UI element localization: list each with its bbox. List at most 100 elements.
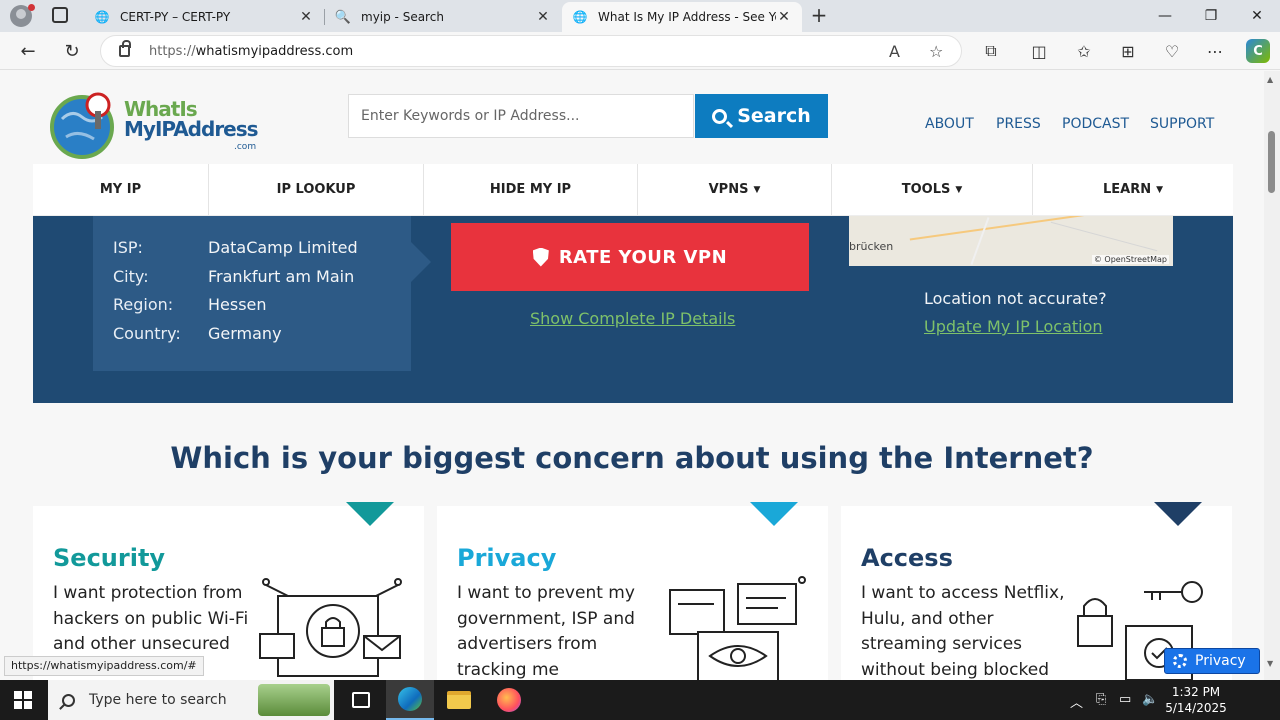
copilot-icon[interactable]: C xyxy=(1246,39,1270,63)
search-highlight-image xyxy=(258,684,330,716)
scrollbar-thumb[interactable] xyxy=(1268,131,1275,193)
location-question: Location not accurate? xyxy=(924,289,1107,308)
card-marker xyxy=(1154,502,1202,526)
volume-icon[interactable]: 🔈 xyxy=(1142,692,1158,707)
location-map[interactable]: brücken © OpenStreetMap xyxy=(849,216,1173,266)
minimize-icon[interactable]: — xyxy=(1142,0,1188,32)
close-window-icon[interactable]: ✕ xyxy=(1234,0,1280,32)
map-attribution[interactable]: © OpenStreetMap xyxy=(1091,255,1169,264)
more-options-icon[interactable]: ⋯ xyxy=(1203,39,1227,63)
nav-my-ip[interactable]: MY IP xyxy=(33,164,209,215)
edge-icon xyxy=(398,687,422,711)
task-view-button[interactable] xyxy=(337,680,385,720)
taskbar-search-box[interactable]: Type here to search xyxy=(48,680,334,720)
site-logo-globe-icon[interactable] xyxy=(48,89,118,159)
privacy-settings-button[interactable]: Privacy xyxy=(1164,648,1260,674)
tab-cert-py[interactable]: 🌐 CERT-PY – CERT-PY ✕ xyxy=(84,2,324,32)
ip-details-box: ISP: DataCamp Limited City: Frankfurt am M… xyxy=(93,216,431,371)
scroll-up-icon[interactable]: ▲ xyxy=(1267,75,1273,84)
city-row: City: Frankfurt am Main xyxy=(113,266,355,286)
favorites-icon[interactable]: ✩ xyxy=(1072,39,1096,63)
security-illustration-icon xyxy=(259,578,402,677)
wifi-icon[interactable]: ▭ xyxy=(1119,692,1131,707)
tab-label: myip - Search xyxy=(361,10,444,24)
lock-icon[interactable] xyxy=(119,40,131,57)
tab-label: What Is My IP Address - See Your xyxy=(598,10,776,24)
caret-down-icon: ▼ xyxy=(955,184,963,195)
nav-vpns[interactable]: VPNS ▼ xyxy=(638,164,832,215)
country-row: Country: Germany xyxy=(113,323,282,343)
nav-learn[interactable]: LEARN ▼ xyxy=(1033,164,1233,215)
rate-your-vpn-button[interactable]: RATE YOUR VPN xyxy=(451,223,809,291)
card-text: I want to prevent my government, ISP and… xyxy=(457,583,635,680)
address-bar[interactable]: https://whatismyipaddress.com A ☆ xyxy=(100,35,962,67)
firefox-icon xyxy=(497,688,521,712)
file-explorer-button[interactable] xyxy=(435,680,483,720)
folder-icon xyxy=(447,691,471,709)
close-tab-icon[interactable]: ✕ xyxy=(298,9,314,25)
card-text: I want to access Netflix, Hulu, and othe… xyxy=(861,583,1065,680)
security-card[interactable]: Security I want protection from hackers … xyxy=(33,502,424,680)
read-aloud-icon[interactable]: A xyxy=(889,42,900,61)
notification-dot-icon xyxy=(28,4,35,11)
card-title: Security xyxy=(53,544,166,572)
network-icon[interactable]: ⎘ xyxy=(1096,692,1106,707)
edge-taskbar-button[interactable] xyxy=(386,680,434,720)
favorite-star-icon[interactable]: ☆ xyxy=(929,42,943,61)
show-hidden-icons-icon[interactable]: ︿ xyxy=(1070,692,1083,711)
map-place-label: brücken xyxy=(849,240,894,253)
windows-start-icon[interactable] xyxy=(14,691,32,709)
press-link[interactable]: PRESS xyxy=(996,116,1041,132)
ip-search-input[interactable]: Enter Keywords or IP Address... xyxy=(348,94,694,138)
tab-myip-search[interactable]: 🔍 myip - Search ✕ xyxy=(325,2,561,32)
page-viewport: WhatIs MyIPAddress .com Enter Keywords o… xyxy=(0,71,1264,680)
card-marker xyxy=(346,502,394,526)
browser-essentials-icon[interactable]: ♡ xyxy=(1160,39,1184,63)
nav-hide-my-ip[interactable]: HIDE MY IP xyxy=(424,164,638,215)
privacy-card[interactable]: Privacy I want to prevent my government,… xyxy=(437,502,828,680)
close-tab-icon[interactable]: ✕ xyxy=(776,9,792,25)
card-title: Access xyxy=(861,544,953,572)
url-text[interactable]: https://whatismyipaddress.com xyxy=(149,44,353,59)
firefox-taskbar-button[interactable] xyxy=(485,680,533,720)
restore-icon[interactable]: ❐ xyxy=(1188,0,1234,32)
main-navigation: MY IP IP LOOKUP HIDE MY IP VPNS ▼ TOOLS ▼ … xyxy=(33,164,1233,216)
task-view-icon xyxy=(352,692,370,708)
new-tab-icon[interactable]: + xyxy=(808,4,830,26)
about-link[interactable]: ABOUT xyxy=(925,116,974,132)
status-bar-url: https://whatismyipaddress.com/# xyxy=(4,656,204,676)
close-tab-icon[interactable]: ✕ xyxy=(535,9,551,25)
tab-label: CERT-PY – CERT-PY xyxy=(120,10,231,24)
privacy-illustration-icon xyxy=(669,576,806,680)
extensions-icon[interactable]: ⧉ xyxy=(979,39,1003,63)
back-arrow-icon[interactable]: ← xyxy=(15,38,41,64)
page-scrollbar[interactable]: ▲ ▼ xyxy=(1264,71,1280,680)
caret-down-icon: ▼ xyxy=(1156,184,1164,195)
ip-info-panel: ISP: DataCamp Limited City: Frankfurt am M… xyxy=(33,216,1233,403)
scroll-down-icon[interactable]: ▼ xyxy=(1267,659,1273,668)
collections-icon[interactable]: ⊞ xyxy=(1116,39,1140,63)
update-location-link[interactable]: Update My IP Location xyxy=(924,317,1103,336)
nav-tools[interactable]: TOOLS ▼ xyxy=(832,164,1033,215)
refresh-icon[interactable]: ↻ xyxy=(59,38,85,64)
browser-toolbar: ← ↻ https://whatismyipaddress.com A ☆ ⧉ … xyxy=(0,32,1280,70)
podcast-link[interactable]: PODCAST xyxy=(1062,116,1129,132)
region-row: Region: Hessen xyxy=(113,295,267,314)
card-title: Privacy xyxy=(457,544,557,572)
system-clock[interactable]: 1:32 PM 5/14/2025 xyxy=(1160,684,1232,716)
support-link[interactable]: SUPPORT xyxy=(1150,116,1214,132)
tab-whatismyip[interactable]: 🌐 What Is My IP Address - See Your ✕ xyxy=(562,2,802,32)
search-button[interactable]: Search xyxy=(695,94,828,138)
tab-actions-icon[interactable] xyxy=(52,7,68,23)
nav-ip-lookup[interactable]: IP LOOKUP xyxy=(209,164,424,215)
split-screen-icon[interactable]: ◫ xyxy=(1027,39,1051,63)
caret-down-icon: ▼ xyxy=(753,184,761,195)
browser-tab-strip: 🌐 CERT-PY – CERT-PY ✕ 🔍 myip - Search ✕ … xyxy=(0,0,1280,32)
shield-icon xyxy=(532,247,549,267)
show-ip-details-link[interactable]: Show Complete IP Details xyxy=(530,309,735,328)
site-logo-text[interactable]: WhatIs MyIPAddress .com xyxy=(124,99,259,152)
search-icon: 🔍 xyxy=(334,9,352,25)
search-icon xyxy=(712,108,728,124)
card-marker xyxy=(750,502,798,526)
concern-heading: Which is your biggest concern about usin… xyxy=(170,441,1094,475)
